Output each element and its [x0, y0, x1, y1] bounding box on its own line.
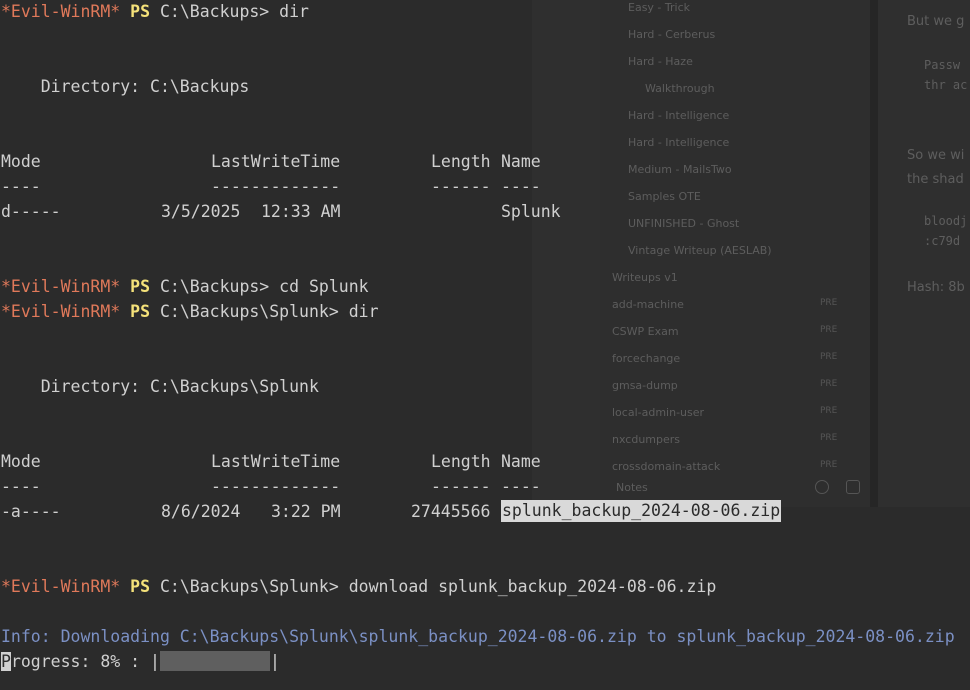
screen: Easy - Trick Hard - Cerberus Hard - Haze… — [0, 0, 970, 690]
command-text: dir — [338, 302, 379, 321]
col-length: Length — [431, 452, 491, 471]
prompt-ps: PS — [130, 577, 151, 596]
row-mode: -a---- — [1, 502, 61, 521]
row-name-selected[interactable]: splunk_backup_2024-08-06.zip — [501, 500, 782, 522]
sep-length: ------ — [431, 177, 491, 196]
row-date: 3/5/2025 — [161, 202, 241, 221]
terminal-output[interactable]: *Evil-WinRM* PS C:\Backups> dir Director… — [0, 0, 970, 690]
sep-lastwritetime: ------------- — [211, 177, 341, 196]
prompt-path: C:\Backups> — [159, 2, 270, 21]
sep-mode: ---- — [1, 177, 41, 196]
progress-bar-end: | — [269, 652, 280, 671]
prompt-name: *Evil-WinRM* — [1, 2, 121, 21]
command-text: dir — [269, 2, 309, 21]
command-text: cd Splunk — [269, 277, 369, 296]
row-name: Splunk — [501, 202, 561, 221]
row-mode: d----- — [1, 202, 61, 221]
directory-header: Directory: C:\Backups\Splunk — [1, 377, 319, 396]
prompt-line: *Evil-WinRM* PS C:\Backups> cd Splunk — [1, 276, 369, 298]
prompt-name: *Evil-WinRM* — [1, 277, 121, 296]
col-lastwritetime: LastWriteTime — [211, 452, 341, 471]
sep-mode: ---- — [1, 477, 41, 496]
col-mode: Mode — [1, 152, 41, 171]
prompt-name: *Evil-WinRM* — [1, 302, 121, 321]
row-time: 12:33 AM — [261, 202, 341, 221]
progress-bar — [159, 651, 270, 671]
prompt-ps: PS — [130, 2, 151, 21]
prompt-ps: PS — [130, 302, 151, 321]
col-length: Length — [431, 152, 491, 171]
command-text: download splunk_backup_2024-08-06.zip — [338, 577, 717, 596]
col-name: Name — [501, 152, 541, 171]
prompt-ps: PS — [130, 277, 151, 296]
prompt-path: C:\Backups\Splunk> — [159, 577, 339, 596]
sep-name: ---- — [501, 177, 541, 196]
progress-label: rogress: 8% : | — [10, 652, 160, 671]
prompt-name: *Evil-WinRM* — [1, 577, 121, 596]
directory-header: Directory: C:\Backups — [1, 77, 250, 96]
col-lastwritetime: LastWriteTime — [211, 152, 341, 171]
prompt-line: *Evil-WinRM* PS C:\Backups\Splunk> dir — [1, 301, 379, 323]
sep-lastwritetime: ------------- — [211, 477, 341, 496]
prompt-path: C:\Backups\Splunk> — [159, 302, 339, 321]
col-mode: Mode — [1, 452, 41, 471]
row-date: 8/6/2024 — [161, 502, 241, 521]
progress-line: Progress: 8% : | | — [1, 651, 280, 673]
info-line: Info: Downloading C:\Backups\Splunk\splu… — [1, 627, 955, 646]
row-length: 27445566 — [411, 502, 491, 521]
prompt-line: *Evil-WinRM* PS C:\Backups\Splunk> downl… — [1, 576, 716, 598]
cursor: P — [1, 652, 11, 671]
prompt-path: C:\Backups> — [159, 277, 270, 296]
sep-length: ------ — [431, 477, 491, 496]
col-name: Name — [501, 452, 541, 471]
sep-name: ---- — [501, 477, 541, 496]
row-time: 3:22 PM — [271, 502, 341, 521]
prompt-line: *Evil-WinRM* PS C:\Backups> dir — [1, 1, 309, 23]
